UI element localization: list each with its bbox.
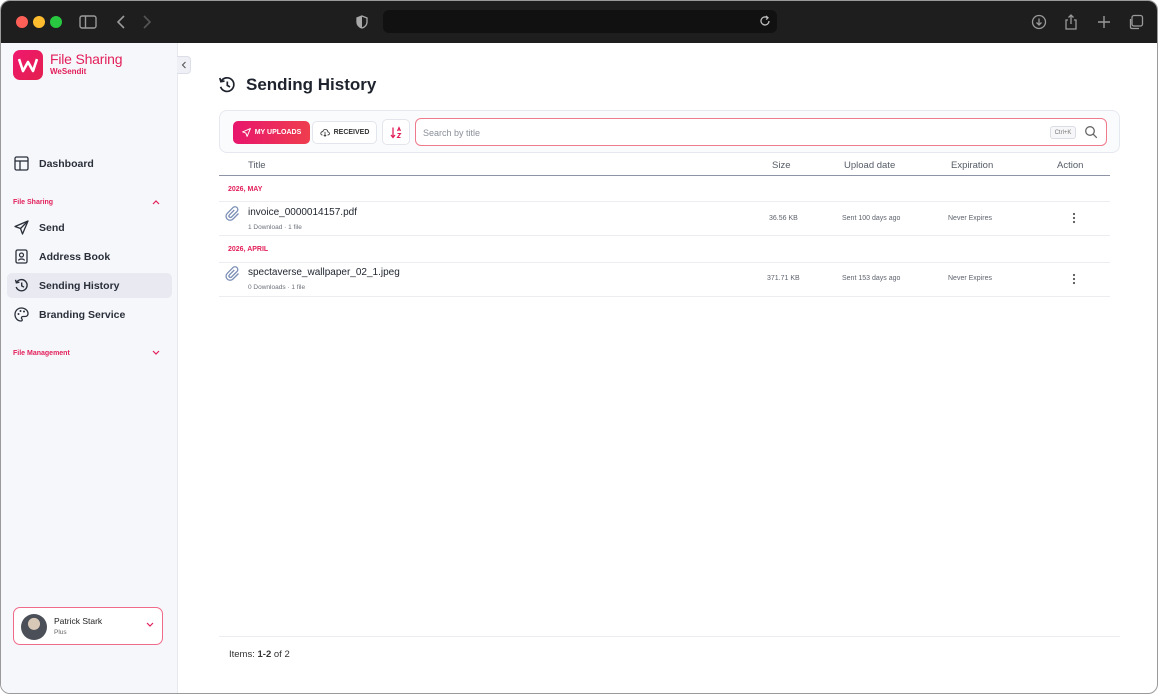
sidebar-item-label: Address Book <box>39 250 111 263</box>
minimize-window-button[interactable] <box>33 16 45 28</box>
sidebar-item-address-book[interactable]: Address Book <box>7 244 172 269</box>
zoom-window-button[interactable] <box>50 16 62 28</box>
sidebar-item-branding-service[interactable]: Branding Service <box>7 302 172 327</box>
privacy-shield-icon[interactable] <box>351 11 373 33</box>
column-header-action: Action <box>1057 160 1084 171</box>
items-count: Items: 1-2 of 2 <box>229 649 290 660</box>
tab-label: MY UPLOADS <box>254 129 302 136</box>
paperclip-icon <box>225 206 239 221</box>
row-divider <box>219 235 1110 236</box>
address-bar[interactable] <box>383 10 777 33</box>
items-prefix: Items: <box>229 649 258 660</box>
history-icon <box>13 278 29 294</box>
sidebar-item-sending-history[interactable]: Sending History <box>7 273 172 298</box>
file-name[interactable]: spectaverse_wallpaper_02_1.jpeg <box>248 267 400 278</box>
sort-button[interactable] <box>382 119 410 145</box>
sidebar-item-dashboard[interactable]: Dashboard <box>7 151 172 176</box>
row-divider <box>219 262 1110 263</box>
sidebar-item-send[interactable]: Send <box>7 215 172 240</box>
file-meta: 1 Download · 1 file <box>248 224 302 231</box>
row-actions-button[interactable] <box>1067 211 1081 225</box>
search-icon[interactable] <box>1084 125 1098 139</box>
expiration: Never Expires <box>948 215 992 222</box>
dashboard-icon <box>13 156 29 172</box>
file-size: 371.71 KB <box>767 275 800 282</box>
expiration: Never Expires <box>948 275 992 282</box>
user-plan: Plus <box>54 629 67 636</box>
tab-overview-icon[interactable] <box>1125 11 1147 33</box>
sidebar-item-label: Dashboard <box>39 157 94 170</box>
filter-bar: MY UPLOADS RECEIVED Ctrl+K <box>219 110 1120 153</box>
row-actions-button[interactable] <box>1067 272 1081 286</box>
sidebar-toggle-icon[interactable] <box>77 11 99 33</box>
section-file-sharing[interactable]: File Sharing <box>13 199 53 206</box>
row-divider <box>219 201 1110 202</box>
items-range: 1-2 <box>257 649 272 660</box>
column-header-size[interactable]: Size <box>772 160 790 171</box>
wesendit-logo-icon[interactable] <box>13 50 43 80</box>
column-header-upload-date[interactable]: Upload date <box>844 160 895 171</box>
file-size: 36.56 KB <box>769 215 798 222</box>
row-divider <box>219 296 1110 297</box>
page-title: Sending History <box>246 75 377 94</box>
cloud-download-icon <box>320 129 330 137</box>
search-input[interactable] <box>423 125 1023 140</box>
address-book-icon <box>13 249 29 265</box>
more-vertical-icon <box>1072 273 1076 285</box>
brand-subtitle: WeSendit <box>50 67 87 76</box>
tab-label: RECEIVED <box>333 129 370 136</box>
footer-divider <box>219 636 1120 637</box>
column-header-expiration[interactable]: Expiration <box>951 160 993 171</box>
sidebar <box>1 43 178 693</box>
sidebar-item-label: Sending History <box>39 279 120 292</box>
reload-icon[interactable] <box>757 13 773 34</box>
browser-toolbar <box>1 1 1157 43</box>
send-icon <box>13 220 29 236</box>
chevron-up-icon[interactable] <box>152 199 160 205</box>
file-name[interactable]: invoice_0000014157.pdf <box>248 207 357 218</box>
collapse-sidebar-button[interactable] <box>177 56 191 74</box>
chevron-down-icon[interactable] <box>152 350 160 356</box>
share-icon[interactable] <box>1060 11 1082 33</box>
user-menu[interactable]: Patrick Stark Plus <box>13 607 163 645</box>
close-window-button[interactable] <box>16 16 28 28</box>
brand-title: File Sharing <box>50 51 123 67</box>
downloads-icon[interactable] <box>1028 11 1050 33</box>
browser-window: File Sharing WeSendit Dashboard File Sha… <box>0 0 1158 694</box>
shortcut-hint: Ctrl+K <box>1050 126 1076 139</box>
upload-date: Sent 153 days ago <box>842 275 901 282</box>
group-label: 2026, APRIL <box>228 246 269 253</box>
column-header-title[interactable]: Title <box>248 160 266 171</box>
avatar <box>21 614 47 640</box>
upload-date: Sent 100 days ago <box>842 215 901 222</box>
file-meta: 0 Downloads · 1 file <box>248 284 306 291</box>
sidebar-item-label: Branding Service <box>39 308 126 321</box>
send-icon <box>241 128 251 137</box>
group-label: 2026, MAY <box>228 186 263 193</box>
paperclip-icon <box>225 266 239 281</box>
tab-received[interactable]: RECEIVED <box>312 121 377 144</box>
more-vertical-icon <box>1072 212 1076 224</box>
table-header-divider <box>219 175 1110 176</box>
palette-icon <box>13 307 29 323</box>
new-tab-icon[interactable] <box>1093 11 1115 33</box>
forward-icon[interactable] <box>136 11 158 33</box>
sort-icon <box>389 125 402 139</box>
history-icon <box>218 77 235 93</box>
chevron-left-icon <box>181 61 186 69</box>
section-file-management[interactable]: File Management <box>13 350 70 357</box>
chevron-down-icon <box>146 622 154 627</box>
back-icon[interactable] <box>110 11 132 33</box>
sidebar-item-label: Send <box>39 221 65 234</box>
tab-my-uploads[interactable]: MY UPLOADS <box>233 121 310 144</box>
items-suffix: of 2 <box>271 649 290 660</box>
user-name: Patrick Stark <box>54 616 103 626</box>
search-box: Ctrl+K <box>415 118 1107 146</box>
